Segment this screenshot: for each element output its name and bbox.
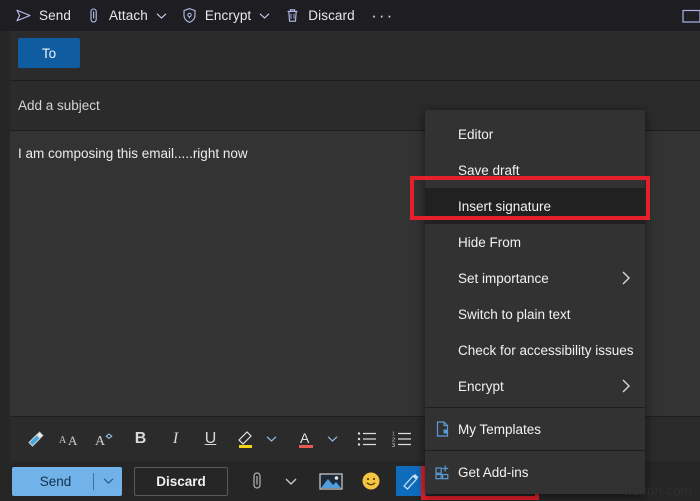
- send-command[interactable]: Send: [8, 0, 78, 31]
- attach-command-label: Attach: [108, 8, 148, 23]
- send-command-label: Send: [39, 8, 71, 23]
- shield-lock-icon: [181, 7, 198, 24]
- message-body-text: I am composing this email.....right now: [18, 146, 248, 161]
- insert-picture-icon[interactable]: [318, 466, 344, 496]
- chevron-right-icon: [621, 270, 631, 286]
- bulleted-list-icon[interactable]: [356, 424, 379, 454]
- emoji-icon[interactable]: [358, 466, 384, 496]
- menu-divider: [425, 407, 645, 408]
- svg-text:A: A: [59, 435, 67, 446]
- discard-command[interactable]: Discard: [277, 0, 361, 31]
- menu-item-label: Get Add-ins: [458, 464, 529, 480]
- more-commands-button[interactable]: ···: [368, 0, 398, 31]
- subject-input-placeholder[interactable]: Add a subject: [18, 98, 100, 113]
- svg-text:3: 3: [392, 443, 395, 448]
- send-button[interactable]: Send: [12, 466, 122, 496]
- signature-icon[interactable]: [396, 466, 426, 496]
- add-ins-icon: [434, 464, 451, 481]
- menu-item-get-add-ins[interactable]: Get Add-ins: [425, 454, 645, 490]
- menu-item-label: Set importance: [458, 270, 549, 286]
- font-effects-icon[interactable]: A: [94, 424, 117, 454]
- more-options-context-menu: Editor Save draft Insert signature Hide …: [425, 110, 645, 494]
- font-color-icon[interactable]: A: [295, 424, 318, 454]
- template-icon: [434, 421, 451, 438]
- font-color-chevron-icon[interactable]: [321, 424, 344, 454]
- highlight-icon[interactable]: [234, 424, 257, 454]
- top-command-bar: Send Attach Encrypt Discard ···: [0, 0, 700, 31]
- chevron-down-icon[interactable]: [259, 12, 270, 20]
- to-field-button[interactable]: To: [18, 38, 80, 68]
- menu-item-encrypt[interactable]: Encrypt: [425, 368, 645, 404]
- format-painter-icon[interactable]: [24, 424, 47, 454]
- encrypt-command-label: Encrypt: [204, 8, 252, 23]
- menu-item-set-importance[interactable]: Set importance: [425, 260, 645, 296]
- popout-window-icon[interactable]: [682, 8, 700, 24]
- chevron-right-icon: [621, 378, 631, 394]
- menu-item-label: Encrypt: [458, 378, 504, 394]
- attach-file-icon[interactable]: [244, 466, 270, 496]
- svg-text:A: A: [95, 434, 106, 449]
- paperclip-icon: [85, 7, 102, 24]
- menu-item-label: Hide From: [458, 234, 522, 250]
- trash-icon: [284, 7, 301, 24]
- menu-divider: [425, 450, 645, 451]
- menu-item-save-draft[interactable]: Save draft: [425, 152, 645, 188]
- attach-chevron-down-icon[interactable]: [278, 466, 304, 496]
- attach-command[interactable]: Attach: [78, 0, 174, 31]
- recipient-row[interactable]: To: [10, 31, 700, 81]
- discard-command-label: Discard: [308, 8, 355, 23]
- svg-text:A: A: [68, 433, 78, 448]
- watermark: wsxdn.com: [623, 483, 692, 498]
- encrypt-command[interactable]: Encrypt: [174, 0, 277, 31]
- menu-item-label: Save draft: [458, 162, 520, 178]
- menu-item-label: Insert signature: [458, 198, 552, 214]
- highlight-chevron-icon[interactable]: [260, 424, 283, 454]
- menu-item-switch-to-plain-text[interactable]: Switch to plain text: [425, 296, 645, 332]
- menu-item-editor[interactable]: Editor: [425, 116, 645, 152]
- menu-item-insert-signature[interactable]: Insert signature: [425, 188, 645, 224]
- menu-item-label: Switch to plain text: [458, 306, 571, 322]
- underline-icon[interactable]: U: [199, 424, 222, 454]
- menu-item-label: My Templates: [458, 421, 542, 437]
- italic-icon[interactable]: I: [164, 424, 187, 454]
- send-arrow-icon: [15, 7, 32, 24]
- menu-item-hide-from[interactable]: Hide From: [425, 224, 645, 260]
- menu-item-label: Check for accessibility issues: [458, 342, 634, 358]
- menu-item-my-templates[interactable]: My Templates: [425, 411, 645, 447]
- menu-item-label: Editor: [458, 126, 494, 142]
- numbered-list-icon[interactable]: 123: [391, 424, 414, 454]
- send-button-label: Send: [39, 473, 72, 489]
- chevron-down-icon[interactable]: [156, 12, 167, 20]
- discard-button[interactable]: Discard: [134, 466, 228, 496]
- menu-item-check-accessibility[interactable]: Check for accessibility issues: [425, 332, 645, 368]
- bold-icon[interactable]: B: [129, 424, 152, 454]
- outlook-compose-window: Send Attach Encrypt Discard ··· To Add a…: [0, 0, 700, 501]
- send-options-chevron-icon[interactable]: [94, 477, 122, 485]
- svg-text:A: A: [300, 430, 310, 446]
- font-size-icon[interactable]: AA: [59, 424, 82, 454]
